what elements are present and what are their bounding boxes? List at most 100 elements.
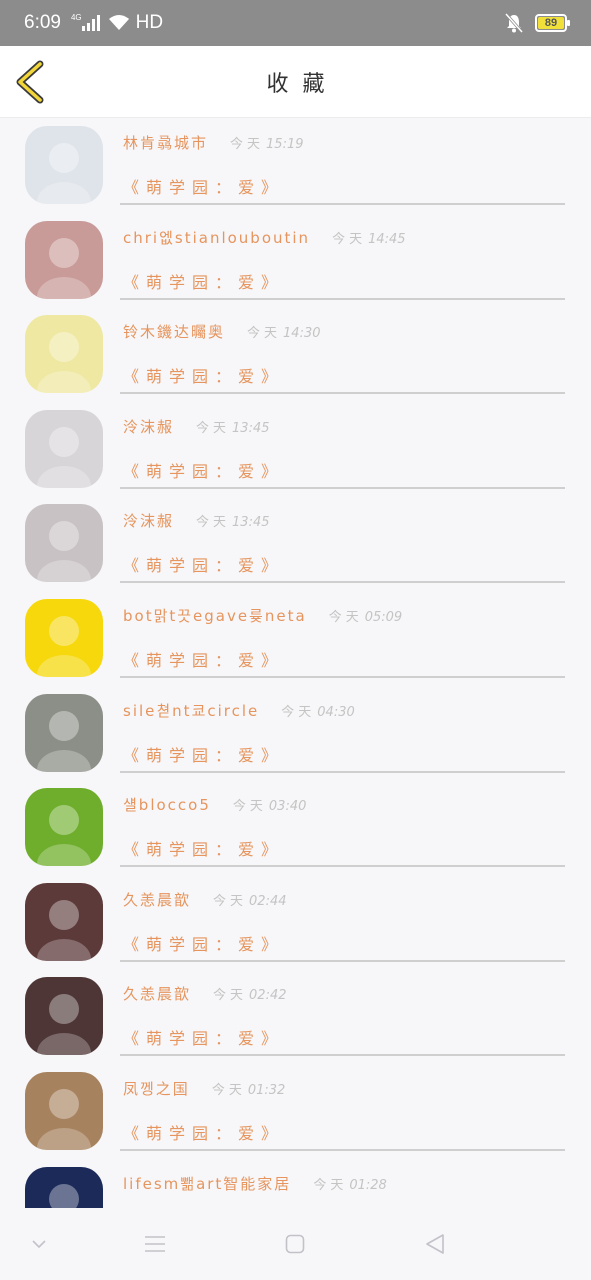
- avatar-image: [25, 693, 103, 772]
- favorite-item-info: 久恙晨歆 今天 02:44 《萌学园：爱》: [120, 875, 565, 962]
- avatar[interactable]: [25, 882, 103, 961]
- item-day-label: 今天: [328, 609, 363, 625]
- nav-back-button[interactable]: [420, 1230, 450, 1258]
- favorite-item[interactable]: 泠沫赧 今天 13:45 《萌学园：爱》: [0, 402, 591, 497]
- item-subtitle: 《萌学园：爱》: [123, 1123, 285, 1143]
- favorite-item[interactable]: chri엢stianlouboutin 今天 14:45 《萌学园：爱》: [0, 213, 591, 308]
- favorite-item[interactable]: 凤껭之国 今天 01:32 《萌学园：爱》: [0, 1064, 591, 1159]
- favorite-item-info: 泠沫赧 今天 13:45 《萌学园：爱》: [120, 402, 565, 489]
- item-meta: 林肯骉城市 今天 15:19: [123, 132, 304, 153]
- back-triangle-icon: [426, 1234, 444, 1254]
- avatar[interactable]: [25, 598, 103, 677]
- favorite-item-info: bot맑t끗egave륮neta 今天 05:09 《萌学园：爱》: [120, 591, 565, 678]
- item-time: 04:30: [317, 704, 355, 720]
- item-subtitle: 《萌学园：爱》: [123, 1029, 285, 1049]
- item-meta: 섈blocco5 今天 03:40: [123, 794, 306, 815]
- mute-bell-icon: [505, 13, 523, 33]
- battery-level: 89: [538, 17, 564, 29]
- signal-icon: [81, 15, 100, 31]
- item-subtitle: 《萌学园：爱》: [123, 272, 285, 292]
- item-name: 久恙晨歆: [123, 890, 192, 909]
- favorite-item[interactable]: 섈blocco5 今天 03:40 《萌学园：爱》: [0, 780, 591, 875]
- avatar-image: [25, 977, 103, 1056]
- item-subtitle: 《萌学园：爱》: [123, 650, 285, 670]
- item-day-label: 今天: [281, 704, 316, 720]
- favorite-item-info: 林肯骉城市 今天 15:19 《萌学园：爱》: [120, 118, 565, 205]
- item-meta: lifesm뾂art智能家居 今天 01:28: [123, 1173, 387, 1194]
- item-name: sile쳗nt쿄circle: [123, 701, 260, 720]
- item-subtitle: 《萌学园：爱》: [123, 178, 285, 197]
- avatar-image: [25, 409, 103, 488]
- item-meta: 凤껭之国 今天 01:32: [123, 1078, 285, 1099]
- item-name: chri엢stianlouboutin: [123, 228, 311, 247]
- favorite-item[interactable]: bot맑t끗egave륮neta 今天 05:09 《萌学园：爱》: [0, 591, 591, 686]
- page-title: 收藏: [266, 71, 339, 97]
- item-subtitle: 《萌学园：爱》: [123, 461, 285, 481]
- system-nav-bar: [0, 1208, 591, 1280]
- favorite-item[interactable]: 泠沫赧 今天 13:45 《萌学园：爱》: [0, 496, 591, 591]
- avatar[interactable]: [25, 788, 103, 867]
- item-time: 01:32: [247, 1082, 286, 1098]
- avatar[interactable]: [25, 220, 103, 299]
- avatar[interactable]: [25, 409, 103, 488]
- avatar[interactable]: [25, 977, 103, 1056]
- favorite-item[interactable]: 林肯骉城市 今天 15:19 《萌学园：爱》: [0, 118, 591, 213]
- favorite-item[interactable]: sile쳗nt쿄circle 今天 04:30 《萌学园：爱》: [0, 686, 591, 781]
- favorite-item-info: lifesm뾂art智能家居 今天 01:28 《萌学园：爱》: [120, 1159, 565, 1208]
- header: 收藏: [0, 46, 591, 118]
- nav-collapse-button[interactable]: [24, 1230, 54, 1258]
- item-meta: 泠沫赧 今天 13:45: [123, 416, 270, 437]
- avatar[interactable]: [25, 1071, 103, 1150]
- item-day-label: 今天: [213, 893, 248, 909]
- favorite-item-info: 铃木鐖达曯奥 今天 14:30 《萌学园：爱》: [120, 307, 565, 395]
- item-meta: bot맑t끗egave륮neta 今天 05:09: [123, 605, 402, 626]
- item-name: 泠沫赧: [123, 512, 175, 531]
- favorite-item[interactable]: 久恙晨歆 今天 02:42 《萌学园：爱》: [0, 969, 591, 1064]
- favorite-item-info: 泠沫赧 今天 13:45 《萌学园：爱》: [120, 496, 565, 584]
- avatar[interactable]: [25, 315, 103, 394]
- item-subtitle: 《萌学园：爱》: [123, 840, 285, 860]
- item-day-label: 今天: [313, 1177, 348, 1193]
- avatar[interactable]: [25, 693, 103, 772]
- item-name: 林肯骉城市: [123, 134, 209, 152]
- nav-home-button[interactable]: [280, 1230, 310, 1258]
- avatar-image: [25, 598, 103, 677]
- avatar[interactable]: [25, 126, 103, 204]
- avatar[interactable]: [25, 1166, 103, 1208]
- back-arrow-icon[interactable]: [12, 60, 52, 104]
- item-day-label: 今天: [332, 231, 367, 247]
- nav-menu-button[interactable]: [140, 1230, 170, 1258]
- item-time: 05:09: [364, 609, 403, 625]
- item-day-label: 今天: [232, 799, 267, 815]
- item-name: 铃木鐖达曯奥: [123, 323, 226, 342]
- item-time: 03:40: [268, 799, 307, 815]
- item-time: 14:30: [283, 326, 321, 342]
- wifi-icon: [108, 15, 129, 30]
- favorite-item[interactable]: lifesm뾂art智能家居 今天 01:28 《萌学园：爱》: [0, 1159, 591, 1208]
- item-subtitle: 《萌学园：爱》: [123, 934, 285, 954]
- item-name: 久恙晨歆: [123, 985, 192, 1004]
- avatar[interactable]: [25, 504, 103, 583]
- favorite-item-info: 久恙晨歆 今天 02:42 《萌学园：爱》: [120, 969, 565, 1057]
- avatar-image: [25, 1166, 103, 1208]
- avatar-image: [25, 788, 103, 867]
- favorite-item[interactable]: 铃木鐖达曯奥 今天 14:30 《萌学园：爱》: [0, 307, 591, 402]
- favorite-item[interactable]: 久恙晨歆 今天 02:44 《萌学园：爱》: [0, 875, 591, 970]
- network-type: 4G: [70, 12, 82, 22]
- status-bar: 6:09 4G HD 89: [0, 0, 591, 46]
- item-meta: 久恙晨歆 今天 02:42: [123, 983, 287, 1004]
- item-day-label: 今天: [196, 515, 231, 531]
- avatar-image: [25, 126, 103, 204]
- favorite-item-info: sile쳗nt쿄circle 今天 04:30 《萌学园：爱》: [120, 686, 565, 773]
- item-meta: 铃木鐖达曯奥 今天 14:30: [123, 321, 321, 342]
- item-day-label: 今天: [211, 1082, 246, 1098]
- hd-indicator: HD: [135, 12, 164, 33]
- item-meta: sile쳗nt쿄circle 今天 04:30: [123, 700, 355, 721]
- item-name: 섈blocco5: [123, 796, 211, 815]
- item-subtitle: 《萌学园：爱》: [123, 367, 285, 387]
- avatar-image: [25, 882, 103, 961]
- item-time: 13:45: [232, 420, 270, 436]
- item-day-label: 今天: [213, 988, 248, 1004]
- item-day-label: 今天: [230, 137, 265, 152]
- item-time: 01:28: [349, 1177, 387, 1193]
